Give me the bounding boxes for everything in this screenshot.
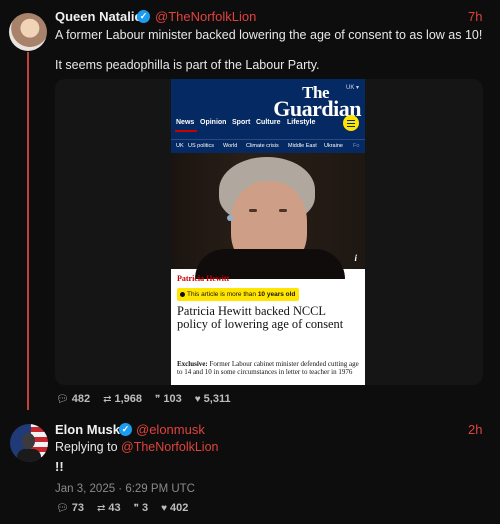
subnav-ukraine: Ukraine (324, 143, 343, 149)
guardian-article-screenshot: UK ▾ The Guardian News Opinion Sport Cul… (171, 79, 365, 385)
post1-text-line1: A former Labour minister backed lowering… (55, 28, 483, 42)
post2-time[interactable]: 2h (468, 422, 482, 437)
subnav-uk: UK (176, 143, 184, 149)
post1-media[interactable]: UK ▾ The Guardian News Opinion Sport Cul… (55, 79, 483, 385)
guardian-subnav: UK US politics World Climate crisis Midd… (171, 139, 365, 154)
quote-icon[interactable]: ❞ (134, 503, 139, 514)
heart-icon[interactable]: ♥ (161, 503, 167, 514)
post2-date[interactable]: Jan 3, 2025 · 6:29 PM UTC (55, 483, 195, 495)
photo-eye-left (249, 209, 257, 212)
repost-count: 43 (108, 502, 121, 514)
quote-count: 103 (163, 393, 182, 405)
reply-count: 482 (71, 393, 91, 405)
menu-icon (343, 115, 359, 131)
article-standfirst: Exclusive: Former Labour cabinet ministe… (177, 360, 359, 376)
nav-culture: Culture (256, 119, 281, 126)
nav-lifestyle: Lifestyle (287, 119, 316, 126)
reply-icon[interactable]: 💬︎ (56, 394, 69, 405)
age-prefix: This article is more than (187, 291, 256, 298)
avatar-elon-musk[interactable] (10, 424, 48, 462)
photo-eye-right (279, 209, 287, 212)
subnav-more: Fo (353, 143, 360, 149)
avatar-queen-natalie[interactable] (9, 13, 47, 51)
repost-icon[interactable]: ⇄ (97, 503, 105, 514)
post1-time[interactable]: 7h (468, 9, 482, 24)
standfirst-label: Exclusive: (177, 360, 208, 368)
subnav-middle-east: Middle East (288, 143, 317, 149)
article-age-badge: This article is more than 10 years old (177, 288, 300, 301)
quote-icon[interactable]: ❞ (155, 394, 160, 405)
subnav-world: World (223, 143, 238, 149)
age-bold: 10 years old (257, 291, 296, 298)
like-count: 5,311 (203, 393, 231, 405)
quote-count: 3 (141, 502, 149, 514)
article-kicker: Patricia Hewitt (177, 274, 230, 283)
post2-text: !! (55, 459, 64, 474)
replying-prefix: Replying to (55, 440, 118, 454)
post1-handle[interactable]: @TheNorfolkLion (155, 9, 256, 24)
post1-text-line2: It seems peadophilla is part of the Labo… (55, 58, 320, 72)
verified-badge-icon: ✓ (119, 423, 132, 436)
post1-display-name[interactable]: Queen Natalie (55, 9, 142, 24)
image-info-icon: i (354, 253, 357, 263)
repost-icon[interactable]: ⇄ (103, 394, 111, 405)
article-headline: Patricia Hewitt backed NCCL policy of lo… (177, 304, 344, 331)
edition-selector: UK ▾ (345, 85, 359, 91)
repost-count: 1,968 (114, 393, 142, 405)
post2-display-name[interactable]: Elon Musk (55, 422, 120, 437)
nav-sport: Sport (232, 119, 251, 126)
reply-count: 73 (71, 502, 84, 514)
photo-earring (227, 215, 233, 221)
verified-badge-icon: ✓ (137, 10, 150, 23)
clock-icon (180, 291, 185, 297)
replying-handle[interactable]: @TheNorfolkLion (121, 440, 218, 454)
post2-stats: 💬︎ 73 ⇄ 43 ❞ 3 ♥ 402 (56, 502, 188, 514)
nav-active-indicator (175, 130, 197, 132)
guardian-header: UK ▾ The Guardian News Opinion Sport Cul… (171, 79, 365, 139)
subnav-climate: Climate crisis (246, 143, 279, 149)
thread-connector-line (27, 52, 29, 410)
nav-news: News (176, 119, 195, 126)
heart-icon[interactable]: ♥ (195, 394, 201, 405)
reply-icon[interactable]: 💬︎ (56, 503, 69, 514)
article-photo: i (171, 153, 365, 279)
like-count: 402 (170, 502, 189, 514)
replying-to: Replying to @TheNorfolkLion (55, 440, 219, 454)
nav-opinion: Opinion (200, 119, 227, 126)
subnav-us-politics: US politics (188, 143, 214, 149)
post2-handle[interactable]: @elonmusk (136, 422, 205, 437)
post1-stats: 💬︎ 482 ⇄ 1,968 ❞ 103 ♥ 5,311 (56, 393, 231, 405)
